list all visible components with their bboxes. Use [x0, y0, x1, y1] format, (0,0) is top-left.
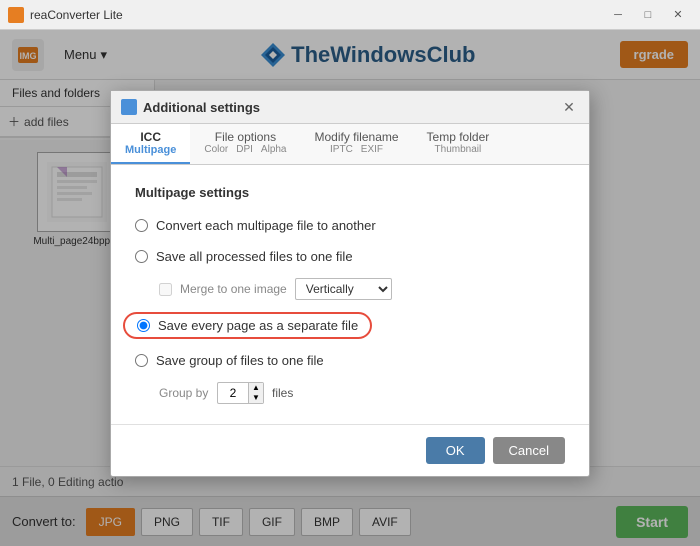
radio-convert-each[interactable]: [135, 219, 148, 232]
option-convert-each: Convert each multipage file to another: [135, 216, 565, 235]
close-button[interactable]: ✕: [664, 5, 692, 25]
option-save-all: Save all processed files to one file: [135, 247, 565, 266]
maximize-button[interactable]: □: [634, 5, 662, 25]
label-save-all: Save all processed files to one file: [156, 249, 353, 264]
group-by-row: Group by ▲ ▼ files: [159, 382, 565, 404]
tab-temp-folder[interactable]: Temp folder Thumbnail: [413, 124, 504, 164]
tab-file-options[interactable]: File options Color DPI Alpha: [190, 124, 300, 164]
settings-group-title: Multipage settings: [135, 185, 565, 200]
highlighted-option: Save every page as a separate file: [123, 312, 372, 339]
tab-file-options-sublabels: Color DPI Alpha: [204, 144, 286, 155]
tab-modify-label: Modify filename: [315, 130, 399, 144]
title-bar: reaConverter Lite ─ □ ✕: [0, 0, 700, 30]
tab-multipage-label: Multipage: [125, 144, 176, 156]
additional-settings-modal: Additional settings ✕ ICC Multipage File…: [110, 90, 590, 477]
tab-modify-filename[interactable]: Modify filename IPTC EXIF: [301, 124, 413, 164]
modal-body: Multipage settings Convert each multipag…: [111, 165, 589, 424]
spinner-up-button[interactable]: ▲: [249, 383, 263, 393]
app-body: IMG Menu ▾ TheWindowsClub rgrade Files a…: [0, 30, 700, 546]
tab-thumbnail-label: Thumbnail: [435, 144, 482, 155]
checkbox-merge[interactable]: [159, 283, 172, 296]
label-merge: Merge to one image: [180, 282, 287, 296]
minimize-button[interactable]: ─: [604, 5, 632, 25]
window-controls: ─ □ ✕: [604, 5, 692, 25]
option-save-every-page-wrapper: Save every page as a separate file: [135, 312, 565, 339]
modal-tabs: ICC Multipage File options Color DPI Alp…: [111, 124, 589, 165]
group-by-label: Group by: [159, 386, 209, 400]
label-save-group: Save group of files to one file: [156, 353, 324, 368]
tab-file-options-label: File options: [215, 130, 276, 144]
modal-title: Additional settings: [143, 100, 553, 115]
cancel-button[interactable]: Cancel: [493, 437, 565, 464]
modal-close-button[interactable]: ✕: [559, 97, 579, 117]
tab-temp-label: Temp folder: [427, 130, 490, 144]
modal-overlay: Additional settings ✕ ICC Multipage File…: [0, 30, 700, 546]
tab-icc-multipage[interactable]: ICC Multipage: [111, 124, 190, 164]
app-title: reaConverter Lite: [30, 8, 604, 22]
modal-titlebar: Additional settings ✕: [111, 91, 589, 124]
ok-button[interactable]: OK: [426, 437, 485, 464]
option-save-group: Save group of files to one file: [135, 351, 565, 370]
group-by-spinner: ▲ ▼: [217, 382, 264, 404]
tab-icc-label: ICC: [140, 130, 161, 144]
label-convert-each: Convert each multipage file to another: [156, 218, 376, 233]
merge-direction-select[interactable]: Vertically Horizontally: [295, 278, 392, 300]
label-save-every-page: Save every page as a separate file: [158, 318, 358, 333]
radio-save-every-page[interactable]: [137, 319, 150, 332]
spinner-controls: ▲ ▼: [248, 383, 263, 403]
app-icon-small: [8, 7, 24, 23]
files-label: files: [272, 386, 293, 400]
group-by-input[interactable]: [218, 384, 248, 402]
tab-modify-sublabels: IPTC EXIF: [330, 144, 383, 155]
modal-icon: [121, 99, 137, 115]
modal-footer: OK Cancel: [111, 424, 589, 476]
spinner-down-button[interactable]: ▼: [249, 393, 263, 403]
radio-save-all[interactable]: [135, 250, 148, 263]
sub-option-merge: Merge to one image Vertically Horizontal…: [159, 278, 565, 300]
radio-save-group[interactable]: [135, 354, 148, 367]
